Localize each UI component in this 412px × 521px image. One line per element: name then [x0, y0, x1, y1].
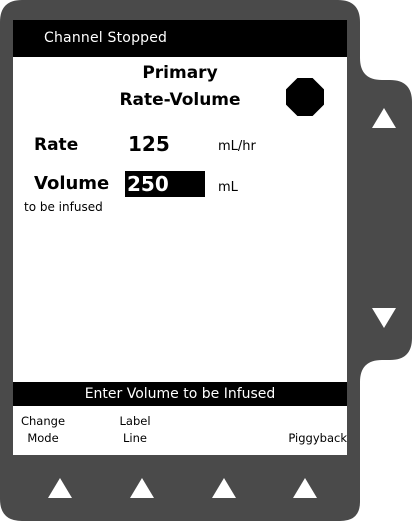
- volume-field[interactable]: 250: [125, 171, 205, 197]
- volume-unit: mL: [218, 180, 238, 195]
- display-screen: Channel Stopped Primary Rate-Volume Rate…: [13, 20, 347, 455]
- softkey-label-line[interactable]: Label Line: [110, 413, 160, 447]
- volume-sublabel: to be infused: [24, 200, 103, 214]
- softkey-label-line1: Change: [20, 414, 66, 428]
- softkey-4-button[interactable]: [293, 478, 317, 498]
- softkey-2-button[interactable]: [130, 478, 154, 498]
- stop-octagon-icon: [286, 78, 324, 116]
- rate-label: Rate: [34, 135, 79, 155]
- up-arrow-icon[interactable]: [372, 108, 396, 128]
- down-arrow-icon[interactable]: [372, 308, 396, 328]
- status-bar: Channel Stopped: [13, 20, 347, 57]
- prompt-bar: Enter Volume to be Infused: [13, 382, 347, 406]
- softkey-label-line2: Mode: [27, 431, 59, 445]
- softkey-3-button[interactable]: [212, 478, 236, 498]
- rate-value[interactable]: 125: [128, 132, 170, 156]
- softkey-label-line1: Label: [119, 414, 151, 428]
- rate-unit: mL/hr: [218, 139, 256, 154]
- volume-label: Volume: [34, 173, 110, 194]
- softkey-label-line1: [261, 413, 347, 430]
- softkey-1-button[interactable]: [48, 478, 72, 498]
- softkey-label-line2: Piggyback: [288, 431, 347, 445]
- softkey-change-mode[interactable]: Change Mode: [15, 413, 71, 447]
- softkey-piggyback[interactable]: Piggyback: [261, 413, 347, 447]
- softkey-label-line2: Line: [123, 431, 147, 445]
